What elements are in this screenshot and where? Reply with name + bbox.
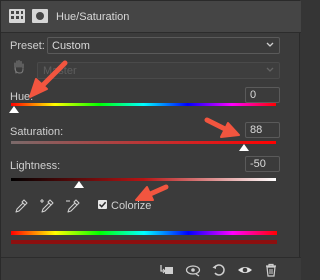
output-color-bar bbox=[11, 240, 277, 244]
chevron-down-icon bbox=[266, 42, 274, 47]
panel-footer bbox=[1, 257, 301, 280]
lightness-slider-thumb[interactable] bbox=[74, 181, 84, 188]
saturation-slider-track[interactable] bbox=[11, 141, 276, 144]
layer-mask-icon[interactable] bbox=[32, 9, 48, 23]
preset-value: Custom bbox=[52, 40, 90, 52]
checkmark-icon bbox=[98, 201, 107, 208]
saturation-value-field[interactable]: 88 bbox=[245, 122, 280, 138]
input-color-bar bbox=[11, 231, 277, 235]
colorize-annotation-arrow bbox=[145, 184, 169, 198]
saturation-label: Saturation: bbox=[10, 126, 64, 138]
reset-icon[interactable] bbox=[211, 262, 227, 278]
preset-label: Preset: bbox=[10, 40, 45, 52]
adjustment-layer-icon[interactable] bbox=[9, 9, 25, 23]
subtract-from-sample-eyedropper-icon[interactable] bbox=[65, 198, 81, 214]
hue-slider-track[interactable] bbox=[11, 103, 276, 106]
panel-title: Hue/Saturation bbox=[56, 11, 130, 23]
hue-slider-thumb[interactable] bbox=[9, 106, 19, 113]
trash-icon[interactable] bbox=[263, 262, 279, 278]
chevron-down-icon bbox=[266, 67, 274, 72]
toggle-visibility-eye-icon[interactable] bbox=[237, 262, 253, 278]
hue-saturation-panel: Hue/Saturation Preset: Custom Master Hue… bbox=[0, 0, 301, 280]
targeted-adjustment-hand-icon[interactable] bbox=[12, 59, 26, 75]
saturation-annotation-arrow bbox=[204, 117, 230, 133]
colorize-label: Colorize bbox=[111, 200, 152, 212]
clip-to-layer-icon[interactable] bbox=[159, 262, 175, 278]
lightness-slider-track[interactable] bbox=[11, 178, 276, 181]
lightness-value-field[interactable]: -50 bbox=[245, 156, 280, 172]
preset-dropdown[interactable]: Custom bbox=[47, 37, 280, 54]
channel-value: Master bbox=[43, 65, 77, 77]
colorize-checkbox[interactable] bbox=[98, 200, 107, 209]
channel-dropdown[interactable]: Master bbox=[37, 62, 280, 79]
lightness-label: Lightness: bbox=[10, 160, 61, 172]
hue-value-field[interactable]: 0 bbox=[245, 87, 280, 103]
view-previous-state-icon[interactable] bbox=[185, 262, 201, 278]
panel-header: Hue/Saturation bbox=[1, 1, 301, 33]
hue-label: Hue: bbox=[10, 91, 34, 103]
eyedropper-icon[interactable] bbox=[13, 198, 29, 214]
add-to-sample-eyedropper-icon[interactable] bbox=[39, 198, 55, 214]
saturation-slider-thumb[interactable] bbox=[239, 144, 249, 151]
